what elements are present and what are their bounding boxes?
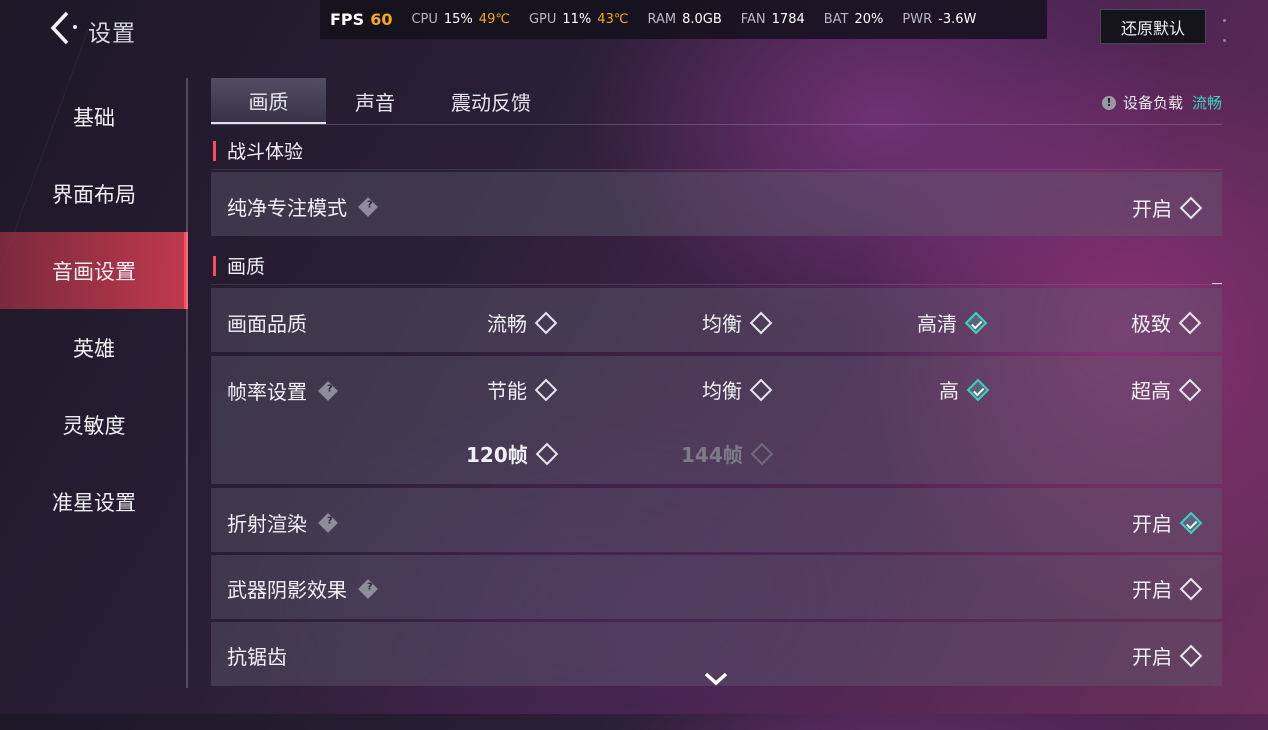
option-weapon-shadow-on[interactable]: 开启: [1132, 574, 1203, 603]
section-accent-bar: [213, 256, 216, 276]
scroll-down-button[interactable]: [700, 668, 732, 690]
diamond-radio-icon: [1179, 196, 1203, 219]
reset-defaults-button[interactable]: 还原默认: [1100, 9, 1206, 44]
chevron-down-icon: [704, 672, 728, 686]
option-fps-144: 144帧: [681, 439, 774, 468]
option-antialias-on[interactable]: 开启: [1132, 641, 1203, 670]
sidebar-item-crosshair[interactable]: 准星设置: [0, 463, 188, 540]
sidebar-item-sensitivity[interactable]: 灵敏度: [0, 386, 188, 463]
device-load-status: 流畅: [1191, 94, 1222, 112]
diamond-check-icon: [964, 311, 988, 334]
sidebar-item-hero[interactable]: 英雄: [0, 309, 188, 386]
diamond-radio-icon: [1178, 311, 1202, 334]
device-load-label: 设备负载: [1122, 94, 1183, 112]
option-fps-high[interactable]: 高: [939, 375, 990, 404]
title-separator-dot: [73, 25, 77, 29]
option-refraction-on[interactable]: 开启: [1132, 508, 1203, 537]
setting-row-weapon-shadow: 武器阴影效果 ? 开启: [211, 555, 1222, 619]
setting-label: 画面品质: [227, 312, 307, 336]
help-icon[interactable]: ?: [318, 512, 338, 533]
option-fps-ultra[interactable]: 超高: [1131, 375, 1202, 404]
section-graphics: 画质: [211, 250, 1222, 285]
diamond-radio-icon: [535, 442, 559, 465]
diamond-radio-icon: [749, 311, 773, 334]
decor-dot: [1223, 19, 1226, 22]
sidebar-item-audio-visual[interactable]: 音画设置: [0, 232, 188, 309]
sidebar-divider: [186, 78, 188, 688]
option-quality-smooth[interactable]: 流畅: [487, 308, 558, 337]
diamond-radio-icon: [749, 378, 773, 401]
device-load-indicator: ! 设备负载 流畅: [1101, 92, 1222, 113]
setting-label: 武器阴影效果 ?: [227, 574, 378, 603]
diamond-check-icon: [1179, 511, 1203, 534]
option-fps-power-saving[interactable]: 节能: [487, 375, 558, 404]
section-title: 战斗体验: [227, 141, 304, 163]
diamond-radio-icon: [750, 442, 774, 465]
setting-label: 折射渲染 ?: [227, 508, 338, 537]
help-icon[interactable]: ?: [358, 578, 378, 599]
tab-graphics[interactable]: 画质: [211, 78, 326, 124]
sidebar-item-basic[interactable]: 基础: [0, 78, 188, 155]
diamond-radio-icon: [1179, 577, 1203, 600]
back-arrow-icon: [50, 11, 69, 45]
setting-row-pure-focus: 纯净专注模式 ? 开启: [211, 172, 1222, 236]
setting-row-frame-rate: 帧率设置 ? 节能 均衡 高 超高 120帧 144帧: [211, 356, 1222, 484]
fps-stat: FPS 60: [330, 10, 393, 29]
section-battle-experience: 战斗体验: [211, 135, 1222, 170]
tab-bar: 画质 声音 震动反馈 ! 设备负载 流畅: [211, 78, 1222, 125]
option-fps-120[interactable]: 120帧: [466, 439, 559, 468]
setting-label: 纯净专注模式 ?: [227, 192, 378, 221]
cpu-stat: CPU 15% 49℃: [411, 12, 510, 27]
fan-stat: FAN 1784: [740, 12, 805, 27]
decor-dot: [1223, 39, 1226, 42]
option-pure-focus-on[interactable]: 开启: [1132, 193, 1203, 222]
option-quality-hd[interactable]: 高清: [917, 308, 988, 337]
diamond-radio-icon: [1178, 378, 1202, 401]
section-title: 画质: [227, 256, 266, 278]
setting-label: 抗锯齿: [227, 645, 287, 669]
setting-row-picture-quality: 画面品质 流畅 均衡 高清 极致: [211, 288, 1222, 352]
warning-icon: !: [1101, 95, 1116, 110]
gpu-stat: GPU 11% 43℃: [528, 12, 629, 27]
sidebar: 基础 界面布局 音画设置 英雄 灵敏度 准星设置: [0, 78, 188, 688]
tab-sound[interactable]: 声音: [326, 78, 424, 124]
setting-row-refraction: 折射渲染 ? 开启: [211, 488, 1222, 552]
diamond-radio-icon: [534, 311, 558, 334]
diamond-radio-icon: [534, 378, 558, 401]
diamond-radio-icon: [1179, 644, 1203, 667]
ram-stat: RAM 8.0GB: [647, 12, 722, 27]
divider-mark: [1212, 283, 1222, 284]
help-icon[interactable]: ?: [358, 196, 378, 217]
page-title: 设置: [88, 21, 136, 47]
option-quality-balanced[interactable]: 均衡: [702, 308, 773, 337]
tab-vibration[interactable]: 震动反馈: [424, 78, 558, 124]
option-quality-ultra[interactable]: 极致: [1131, 308, 1202, 337]
power-stat: PWR -3.6W: [902, 12, 977, 27]
setting-label: 帧率设置 ?: [227, 376, 338, 405]
sidebar-item-layout[interactable]: 界面布局: [0, 155, 188, 232]
diamond-check-icon: [966, 378, 990, 401]
performance-status-bar: FPS 60 CPU 15% 49℃ GPU 11% 43℃ RAM 8.0GB FAN 17…: [320, 0, 1047, 39]
battery-stat: BAT 20%: [823, 12, 884, 27]
option-fps-balanced[interactable]: 均衡: [702, 375, 773, 404]
help-icon[interactable]: ?: [318, 380, 338, 401]
section-accent-bar: [213, 141, 216, 161]
